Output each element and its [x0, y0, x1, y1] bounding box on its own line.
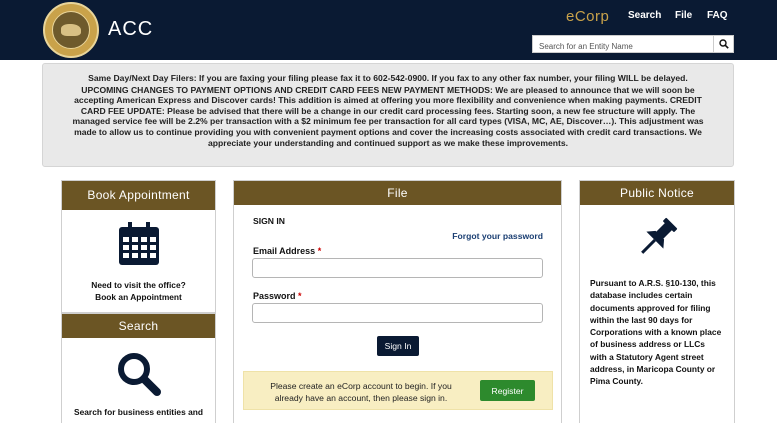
magnifier-icon[interactable] [117, 352, 161, 396]
book-appointment-panel: Book Appointment Need to visit the offic… [61, 180, 216, 313]
public-notice-panel: Public Notice Pursuant to A.R.S. §10-130… [579, 180, 735, 423]
register-button[interactable]: Register [480, 380, 535, 401]
entity-search-box [532, 35, 734, 55]
sign-in-button[interactable]: Sign In [377, 336, 419, 356]
search-submit-button[interactable] [713, 36, 733, 52]
search-panel-text: Search for business entities and [74, 407, 203, 417]
payment-changes-notice: UPCOMING CHANGES TO PAYMENT OPTIONS AND … [72, 84, 704, 148]
site-header: ACC eCorp Search File FAQ [0, 0, 777, 60]
file-panel-heading: File [234, 181, 561, 205]
search-panel-heading: Search [62, 314, 215, 338]
public-notice-heading: Public Notice [580, 181, 734, 205]
book-appointment-link[interactable]: Book an Appointment [62, 291, 215, 303]
announcement-banner: Same Day/Next Day Filers: If you are fax… [42, 63, 734, 167]
book-appointment-question: Need to visit the office? [91, 280, 186, 290]
nav-search-link[interactable]: Search [628, 10, 661, 21]
email-field[interactable] [252, 258, 543, 278]
password-label: Password * [253, 291, 302, 301]
public-notice-text: Pursuant to A.R.S. §10-130, this databas… [590, 278, 722, 387]
register-callout: Please create an eCorp account to begin.… [243, 371, 553, 410]
search-icon [718, 39, 729, 49]
entity-search-input[interactable] [533, 38, 713, 55]
brand-title[interactable]: ACC [108, 18, 153, 41]
pushpin-icon [641, 217, 678, 254]
search-panel: Search Search for business entities and [61, 313, 216, 423]
forgot-password-link[interactable]: Forgot your password [452, 231, 543, 241]
register-message: Please create an eCorp account to begin.… [270, 381, 452, 403]
password-field[interactable] [252, 303, 543, 323]
fax-notice: Same Day/Next Day Filers: If you are fax… [88, 73, 688, 83]
nav-faq-link[interactable]: FAQ [707, 10, 728, 21]
book-appointment-heading: Book Appointment [62, 181, 215, 210]
email-label: Email Address * [253, 246, 322, 256]
state-seal-logo[interactable] [43, 2, 99, 58]
nav-file-link[interactable]: File [675, 10, 692, 21]
file-panel: File SIGN IN Forgot your password Email … [233, 180, 562, 423]
ecorp-logo-text[interactable]: eCorp [566, 8, 609, 25]
sign-in-title: SIGN IN [253, 216, 285, 226]
calendar-icon[interactable] [118, 222, 160, 266]
